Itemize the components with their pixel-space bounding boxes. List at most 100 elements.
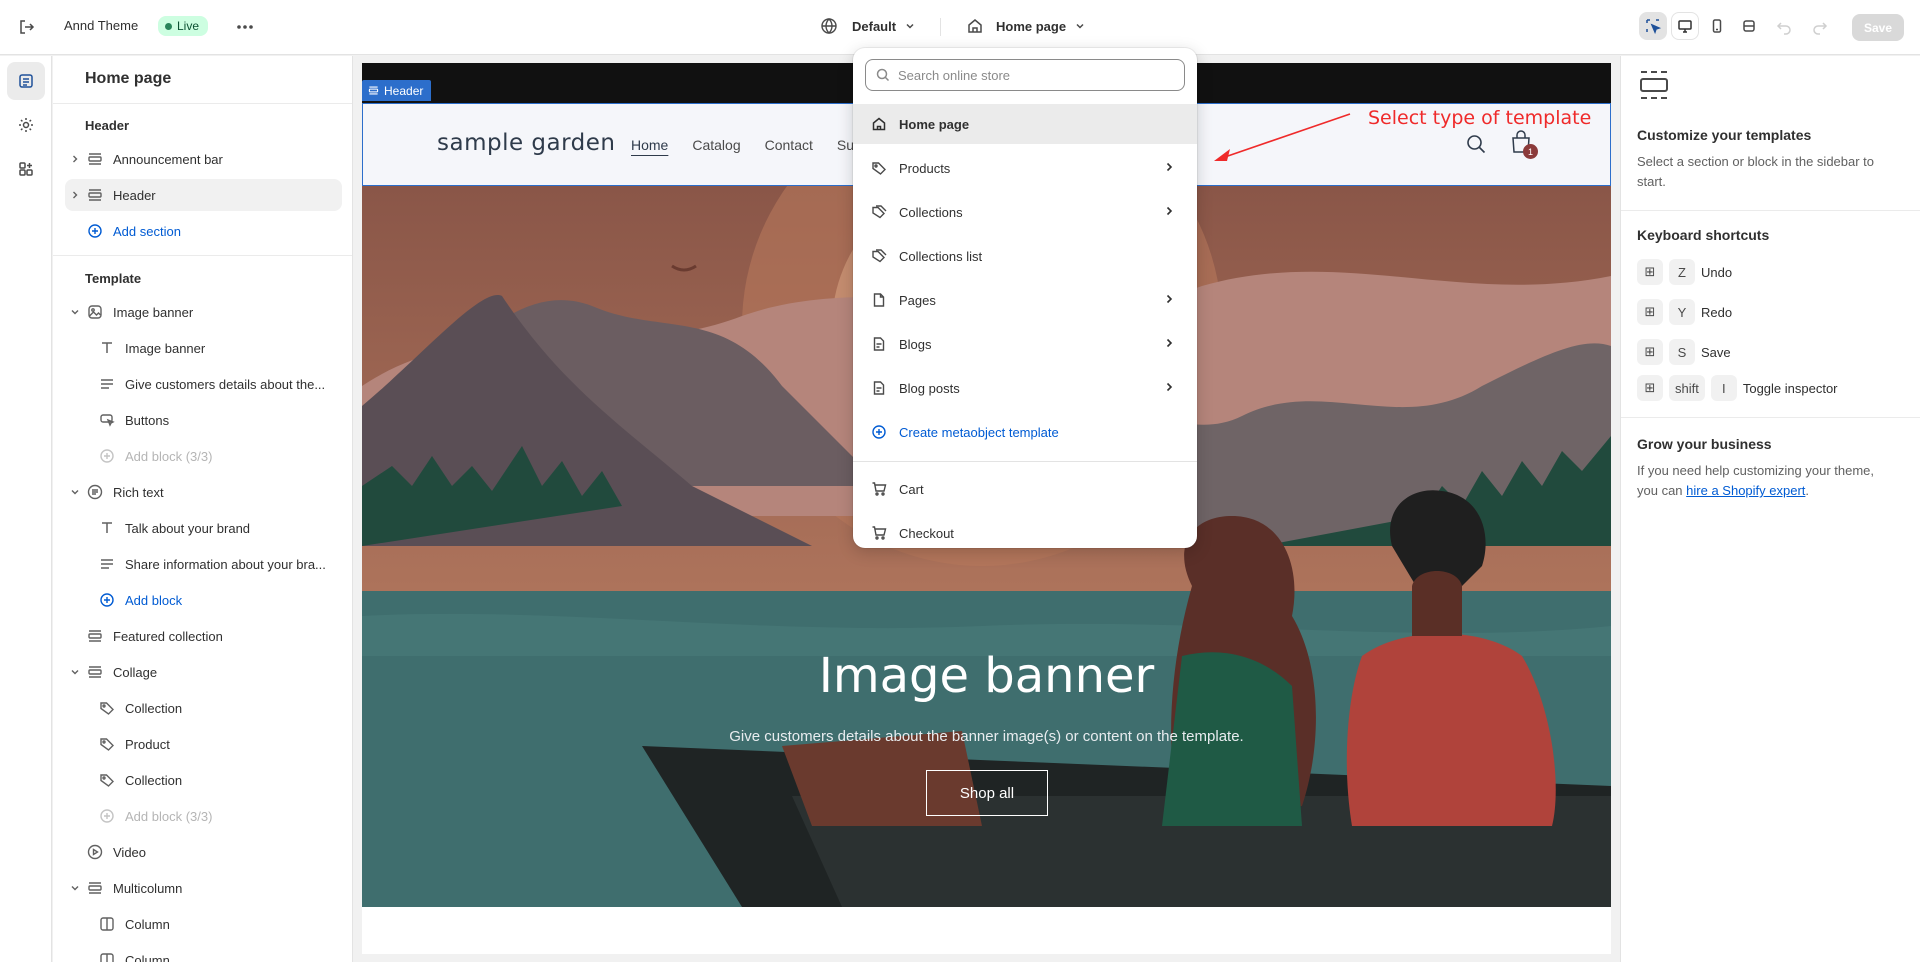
banner-heading: Image banner [818, 648, 1155, 704]
create-metaobject-template-button[interactable]: Create metaobject template [853, 412, 1197, 452]
template-option-cart[interactable]: Cart [853, 469, 1197, 509]
section-multicolumn[interactable]: Multicolumn [65, 872, 352, 904]
block-column[interactable]: Column [65, 944, 352, 962]
live-label: Live [177, 19, 200, 33]
template-option-home-page[interactable]: Home page [853, 104, 1197, 144]
block-collection[interactable]: Collection [65, 764, 352, 796]
search-input[interactable] [898, 67, 1168, 83]
store-logo[interactable]: sample garden [437, 130, 616, 156]
section-featured-collection[interactable]: Featured collection [65, 620, 352, 652]
fullscreen-view-button[interactable] [1735, 12, 1763, 40]
hire-expert-link[interactable]: hire a Shopify expert [1686, 483, 1805, 498]
template-option-collections[interactable]: Collections [853, 192, 1197, 232]
template-option-pages[interactable]: Pages [853, 280, 1197, 320]
chevron-down-icon[interactable] [69, 487, 81, 497]
exit-button[interactable] [18, 18, 36, 36]
block-label: Product [125, 736, 170, 752]
option-label: Products [899, 160, 951, 176]
page-label: Home page [996, 18, 1067, 34]
live-dot-icon [165, 22, 172, 30]
left-rail [0, 56, 52, 962]
block-buttons[interactable]: Buttons [65, 404, 352, 436]
chevron-down-icon[interactable] [69, 667, 81, 677]
template-option-blogs[interactable]: Blogs [853, 324, 1197, 364]
inspector-button[interactable] [1639, 12, 1667, 40]
nav-home[interactable]: Home [631, 137, 668, 153]
sections-tab[interactable] [7, 62, 45, 100]
add-block-label: Add block (3/3) [125, 448, 213, 464]
block-label: Column [125, 916, 170, 932]
block-label: Collection [125, 700, 183, 716]
store-search-field[interactable] [865, 59, 1185, 91]
chevron-right-icon [1163, 337, 1175, 349]
chevron-right-icon [1163, 161, 1175, 173]
option-label: Home page [899, 116, 970, 132]
grow-text-end: . [1805, 483, 1810, 498]
desktop-view-button[interactable] [1671, 12, 1699, 40]
column-icon [97, 916, 117, 932]
chevron-right-icon[interactable] [69, 154, 81, 164]
command-key-icon: ⊞ [1637, 299, 1663, 325]
shortcut-save: ⊞ S Save [1637, 339, 1731, 365]
chevron-right-icon[interactable] [69, 190, 81, 200]
undo-icon [1776, 19, 1792, 35]
section-video[interactable]: Video [65, 836, 352, 868]
page-icon [871, 292, 887, 308]
divider [940, 18, 941, 36]
shop-all-button[interactable]: Shop all [926, 770, 1048, 816]
gear-icon [17, 116, 35, 134]
shortcut-key: Y [1669, 299, 1695, 325]
chevron-down-icon[interactable] [69, 883, 81, 893]
customize-text: Select a section or block in the sidebar… [1637, 154, 1875, 189]
section-image-banner[interactable]: Image banner [65, 296, 352, 328]
tag-icon [97, 772, 117, 788]
tag-icon [97, 736, 117, 752]
nav-support[interactable]: Su [837, 137, 854, 153]
block-heading[interactable]: Image banner [65, 332, 352, 364]
add-section-button[interactable]: Add section [65, 215, 352, 247]
add-block-button[interactable]: Add block [65, 584, 352, 616]
chevron-down-icon[interactable] [69, 307, 81, 317]
theme-settings-tab[interactable] [7, 106, 45, 144]
template-option-blog-posts[interactable]: Blog posts [853, 368, 1197, 408]
redo-button[interactable] [1812, 19, 1828, 35]
sections-sidebar: Home page Header Announcement bar Header… [53, 56, 353, 962]
section-label: Header [113, 187, 156, 203]
section-layout-icon [85, 664, 105, 680]
undo-button[interactable] [1776, 19, 1792, 35]
block-text[interactable]: Share information about your bra... [65, 548, 352, 580]
template-option-collections-list[interactable]: Collections list [853, 236, 1197, 276]
nav-contact[interactable]: Contact [765, 137, 813, 153]
shortcut-toggle-inspector: ⊞ shift I Toggle inspector [1637, 375, 1838, 401]
section-announcement-bar[interactable]: Announcement bar [65, 143, 352, 175]
exit-icon [18, 18, 36, 36]
theme-settings-selector[interactable]: Default [820, 17, 916, 35]
more-actions-button[interactable] [235, 17, 255, 37]
template-layout-icon [1637, 68, 1671, 102]
more-icon [235, 17, 255, 37]
block-heading[interactable]: Talk about your brand [65, 512, 352, 544]
mobile-view-button[interactable] [1703, 12, 1731, 40]
section-rich-text[interactable]: Rich text [65, 476, 352, 508]
template-option-products[interactable]: Products [853, 148, 1197, 188]
store-cart-icon[interactable]: 1 [1509, 129, 1538, 159]
block-column[interactable]: Column [65, 908, 352, 940]
section-label: Image banner [113, 304, 194, 320]
play-circle-icon [85, 844, 105, 860]
template-option-checkout[interactable]: Checkout [853, 513, 1197, 548]
save-button[interactable]: Save [1852, 14, 1904, 41]
section-collage[interactable]: Collage [65, 656, 352, 688]
settings-panel: Customize your templates Select a sectio… [1620, 56, 1920, 962]
apps-tab[interactable] [7, 150, 45, 188]
section-header[interactable]: Header [65, 179, 342, 211]
block-text[interactable]: Give customers details about the... [65, 368, 352, 400]
redo-icon [1812, 19, 1828, 35]
text-icon [97, 520, 117, 536]
option-label: Cart [899, 481, 924, 497]
nav-catalog[interactable]: Catalog [692, 137, 740, 153]
block-product[interactable]: Product [65, 728, 352, 760]
store-search-icon[interactable] [1465, 133, 1487, 155]
block-collection[interactable]: Collection [65, 692, 352, 724]
page-selector[interactable]: Home page [966, 17, 1086, 35]
option-label: Collections list [899, 248, 983, 264]
